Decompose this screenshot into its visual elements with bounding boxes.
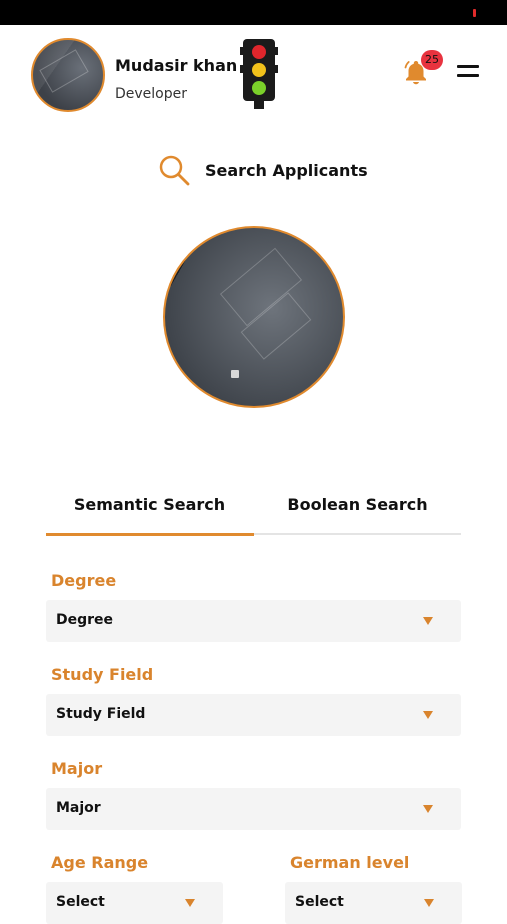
notification-badge: 25 [421, 50, 443, 70]
app-header: Mudasir khan Developer 25 [0, 25, 507, 125]
chevron-down-icon [423, 711, 433, 719]
german-level-value: Select [295, 894, 344, 910]
german-level-label: German level [290, 853, 410, 872]
study-field-select[interactable]: Study Field [46, 694, 461, 736]
degree-value: Degree [56, 612, 114, 628]
chevron-down-icon [424, 899, 434, 907]
search-icon [159, 155, 190, 186]
search-applicants-label: Search Applicants [205, 160, 368, 180]
profile-image [163, 226, 345, 408]
avatar[interactable] [31, 38, 105, 112]
age-range-select[interactable]: Select [46, 882, 223, 924]
age-range-value: Select [56, 894, 105, 910]
active-tab-indicator [46, 533, 254, 536]
major-select[interactable]: Major [46, 788, 461, 830]
status-bar [0, 0, 507, 25]
major-value: Major [56, 800, 101, 816]
tab-semantic-search[interactable]: Semantic Search [46, 485, 253, 525]
german-level-select[interactable]: Select [285, 882, 462, 924]
notifications-button[interactable]: 25 [402, 50, 443, 90]
status-indicator [473, 9, 476, 17]
chevron-down-icon [185, 899, 195, 907]
search-applicants-link[interactable]: Search Applicants [158, 152, 368, 188]
traffic-light-icon [240, 39, 278, 109]
chevron-down-icon [423, 805, 433, 813]
degree-label: Degree [51, 571, 117, 590]
study-field-label: Study Field [51, 665, 154, 684]
chevron-down-icon [423, 617, 433, 625]
degree-select[interactable]: Degree [46, 600, 461, 642]
user-role: Developer [115, 86, 188, 102]
age-range-label: Age Range [51, 853, 149, 872]
user-name: Mudasir khan [115, 56, 238, 75]
search-mode-tabs: Semantic Search Boolean Search [46, 485, 461, 537]
tab-boolean-search[interactable]: Boolean Search [254, 485, 461, 525]
menu-icon[interactable] [457, 63, 479, 79]
major-label: Major [51, 759, 103, 778]
study-field-value: Study Field [56, 706, 146, 722]
